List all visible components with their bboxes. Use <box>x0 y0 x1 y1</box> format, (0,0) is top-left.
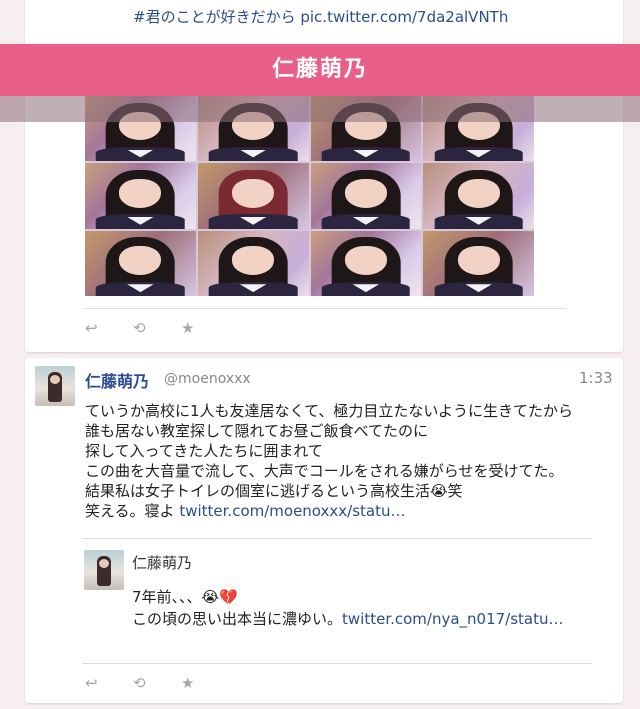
tweet-card: 仁藤萌乃 @moenoxxx 1:33 ていうか高校に1人も友達居なくて、極力目… <box>25 358 623 703</box>
reply-icon[interactable]: ↩ <box>85 673 133 693</box>
name-banner: 仁藤萌乃 <box>0 44 640 96</box>
photo-cell <box>310 230 422 296</box>
tweet-link[interactable]: twitter.com/moenoxxx/statu… <box>179 502 405 520</box>
tweet-actions: ↩ ⟲ ★ <box>85 318 229 338</box>
photo-cell <box>85 163 196 229</box>
photo-cell <box>310 163 422 229</box>
tweet-actions: ↩ ⟲ ★ <box>85 673 229 693</box>
photo-cell <box>423 163 534 229</box>
retweet-icon[interactable]: ⟲ <box>133 673 181 693</box>
pic-link[interactable]: pic.twitter.com/7da2alVNTh <box>300 8 508 26</box>
quote-avatar[interactable] <box>84 550 124 590</box>
photo-grid[interactable] <box>85 96 534 296</box>
photo-cell <box>197 230 309 296</box>
tweet-text: ていうか高校に1人も友達居なくて、極力目立たないように生きてたから 誰も居ない教… <box>85 401 615 521</box>
quote-display-name[interactable]: 仁藤萌乃 <box>132 552 192 573</box>
separator <box>85 308 567 309</box>
tweet-time[interactable]: 1:33 <box>579 369 613 387</box>
reply-icon[interactable]: ↩ <box>85 318 133 338</box>
quote-text: 7年前、、、😭💔 この頃の思い出本当に濃ゆい。twitter.com/nya_n… <box>132 586 564 630</box>
hashtag-link[interactable]: #君のことが好きだから <box>133 8 296 26</box>
quote-separator-bottom <box>82 663 592 664</box>
user-handle[interactable]: @moenoxxx <box>164 371 251 387</box>
photo-cell <box>85 230 196 296</box>
banner-shadow <box>0 96 640 122</box>
quote-body: 7年前、、、😭💔 この頃の思い出本当に濃ゆい。 <box>132 588 343 628</box>
hashtag-line: #君のことが好きだから pic.twitter.com/7da2alVNTh <box>133 6 508 27</box>
photo-cell <box>197 163 309 229</box>
quoted-tweet[interactable]: 仁藤萌乃 7年前、、、😭💔 この頃の思い出本当に濃ゆい。twitter.com/… <box>82 536 592 662</box>
favorite-icon[interactable]: ★ <box>181 318 229 338</box>
favorite-icon[interactable]: ★ <box>181 673 229 693</box>
avatar[interactable] <box>35 366 75 406</box>
display-name[interactable]: 仁藤萌乃 <box>85 368 149 392</box>
quote-link[interactable]: twitter.com/nya_n017/statu… <box>342 610 564 628</box>
photo-cell <box>423 230 534 296</box>
retweet-icon[interactable]: ⟲ <box>133 318 181 338</box>
